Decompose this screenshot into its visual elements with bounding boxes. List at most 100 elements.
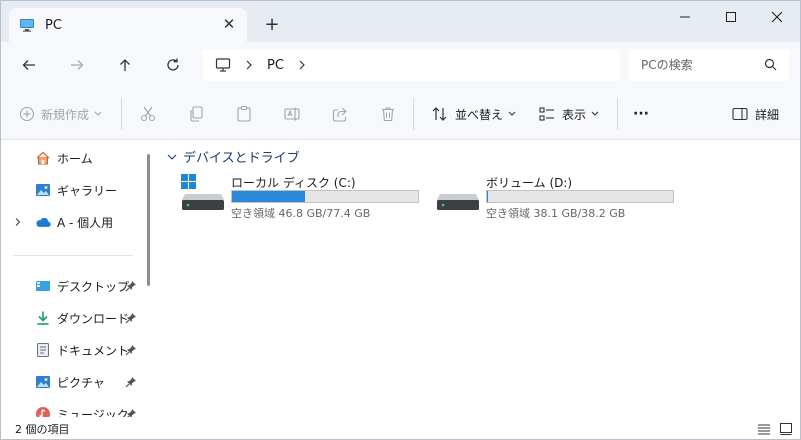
divider (617, 98, 618, 130)
windows-drive-icon (181, 174, 224, 210)
chevron-right-icon[interactable] (13, 217, 23, 227)
arrow-up-icon (120, 59, 130, 71)
drive-icon (437, 194, 479, 210)
large-icons-view-icon[interactable] (779, 422, 793, 436)
drive-d[interactable]: ボリューム (D:) 空き領域 38.1 GB/38.2 GB (436, 174, 686, 222)
forward-button[interactable] (66, 54, 88, 76)
share-icon (332, 107, 347, 122)
title-bar: PC ✕ + (1, 1, 800, 42)
details-pane-icon (732, 107, 748, 121)
paste-button[interactable] (235, 102, 253, 126)
more-icon: ··· (633, 106, 649, 122)
view-list-icon (539, 107, 554, 121)
trash-icon (382, 107, 394, 122)
view-label: 表示 (562, 107, 587, 122)
minimize-button[interactable] (662, 1, 708, 33)
maximize-button[interactable] (708, 1, 754, 33)
chevron-right-icon[interactable] (298, 60, 306, 70)
copy-icon (190, 106, 203, 122)
add-circle-icon (19, 106, 35, 122)
details-label: 詳細 (755, 107, 780, 122)
computer-icon (215, 58, 231, 72)
refresh-icon (167, 58, 179, 71)
drive-usage-bar (231, 190, 419, 203)
sort-button[interactable]: 並べ替え (431, 102, 516, 126)
search-icon[interactable] (764, 58, 777, 71)
pin-icon[interactable] (125, 344, 137, 356)
sidebar-scrollbar[interactable] (147, 154, 150, 286)
chevron-down-icon (508, 111, 516, 117)
pin-icon[interactable] (125, 280, 137, 292)
tab-pc[interactable]: PC ✕ (9, 8, 247, 42)
music-icon (35, 406, 51, 417)
sidebar-item-label: ギャラリー (57, 183, 118, 198)
sidebar-item-label: ドキュメント (57, 343, 130, 358)
share-button[interactable] (331, 102, 349, 126)
sidebar-item-label: ダウンロード (57, 311, 130, 326)
drive-c[interactable]: ローカル ディスク (C:) 空き領域 46.8 GB/77.4 GB (181, 174, 431, 222)
refresh-button[interactable] (162, 54, 184, 76)
sidebar-item-desktop[interactable]: デスクトップ (1, 272, 147, 300)
sidebar-item-documents[interactable]: ドキュメント (1, 336, 147, 364)
sort-icon (432, 107, 447, 121)
new-button[interactable]: 新規作成 (19, 102, 102, 126)
pin-icon[interactable] (125, 312, 137, 324)
drive-free-space: 空き領域 46.8 GB/77.4 GB (231, 207, 371, 220)
scissors-icon (140, 106, 156, 122)
document-icon (35, 342, 51, 358)
minimize-icon (680, 16, 690, 18)
navigation-bar: PC (1, 42, 800, 88)
copy-button[interactable] (187, 102, 205, 126)
close-tab-icon[interactable]: ✕ (221, 15, 237, 33)
sidebar-divider (13, 255, 133, 256)
file-explorer-window: PC ✕ + PC PCの検索 新規作成 並べ替え 表示 ··· 詳細 ホーム … (0, 0, 801, 440)
sidebar-item-label: ピクチャ (57, 375, 105, 390)
status-bar: 2 個の項目 (1, 417, 800, 439)
navigation-pane: ホーム ギャラリー A - 個人用 デスクトップ ダウンロード ドキュメント ピ… (1, 140, 159, 417)
sort-label: 並べ替え (455, 107, 504, 122)
back-button[interactable] (18, 54, 40, 76)
chevron-down-icon (591, 111, 599, 117)
close-window-button[interactable] (754, 1, 800, 33)
view-button[interactable]: 表示 (538, 102, 599, 126)
divider (413, 98, 414, 130)
more-options-button[interactable]: ··· (633, 102, 649, 126)
breadcrumb-pc[interactable]: PC (267, 58, 284, 73)
clipboard-icon (237, 105, 251, 122)
drive-usage-fill (487, 191, 488, 202)
pin-icon[interactable] (125, 408, 137, 417)
desktop-icon (35, 278, 51, 294)
address-bar[interactable]: PC (203, 49, 620, 81)
sidebar-item-label: ホーム (57, 151, 93, 166)
divider (121, 98, 122, 130)
maximize-icon (726, 12, 736, 22)
sidebar-item-gallery[interactable]: ギャラリー (1, 176, 147, 204)
sidebar-item-pictures[interactable]: ピクチャ (1, 368, 147, 396)
pin-icon[interactable] (125, 376, 137, 388)
pictures-icon (35, 374, 51, 390)
up-button[interactable] (114, 54, 136, 76)
chevron-down-icon (167, 154, 177, 160)
download-icon (35, 310, 51, 326)
tab-title: PC (45, 17, 62, 33)
details-pane-button[interactable]: 詳細 (731, 102, 779, 126)
sidebar-item-home[interactable]: ホーム (1, 144, 147, 172)
search-input[interactable] (641, 58, 761, 72)
drive-name: ボリューム (D:) (486, 176, 573, 190)
rename-icon (284, 107, 300, 121)
new-tab-button[interactable]: + (263, 14, 281, 35)
rename-button[interactable] (283, 102, 301, 126)
sidebar-item-music[interactable]: ミュージック (1, 400, 147, 417)
delete-button[interactable] (379, 102, 397, 126)
sidebar-item-downloads[interactable]: ダウンロード (1, 304, 147, 332)
devices-group-header[interactable]: デバイスとドライブ (167, 147, 300, 166)
onedrive-cloud-icon (35, 214, 51, 230)
sidebar-item-onedrive[interactable]: A - 個人用 (1, 208, 147, 236)
details-view-icon[interactable] (757, 422, 771, 436)
sidebar-item-label: ミュージック (57, 407, 129, 418)
home-icon (35, 150, 51, 166)
cut-button[interactable] (139, 102, 157, 126)
chevron-right-icon[interactable] (245, 60, 253, 70)
sidebar-item-label: デスクトップ (57, 279, 130, 294)
drive-usage-bar (486, 190, 674, 203)
